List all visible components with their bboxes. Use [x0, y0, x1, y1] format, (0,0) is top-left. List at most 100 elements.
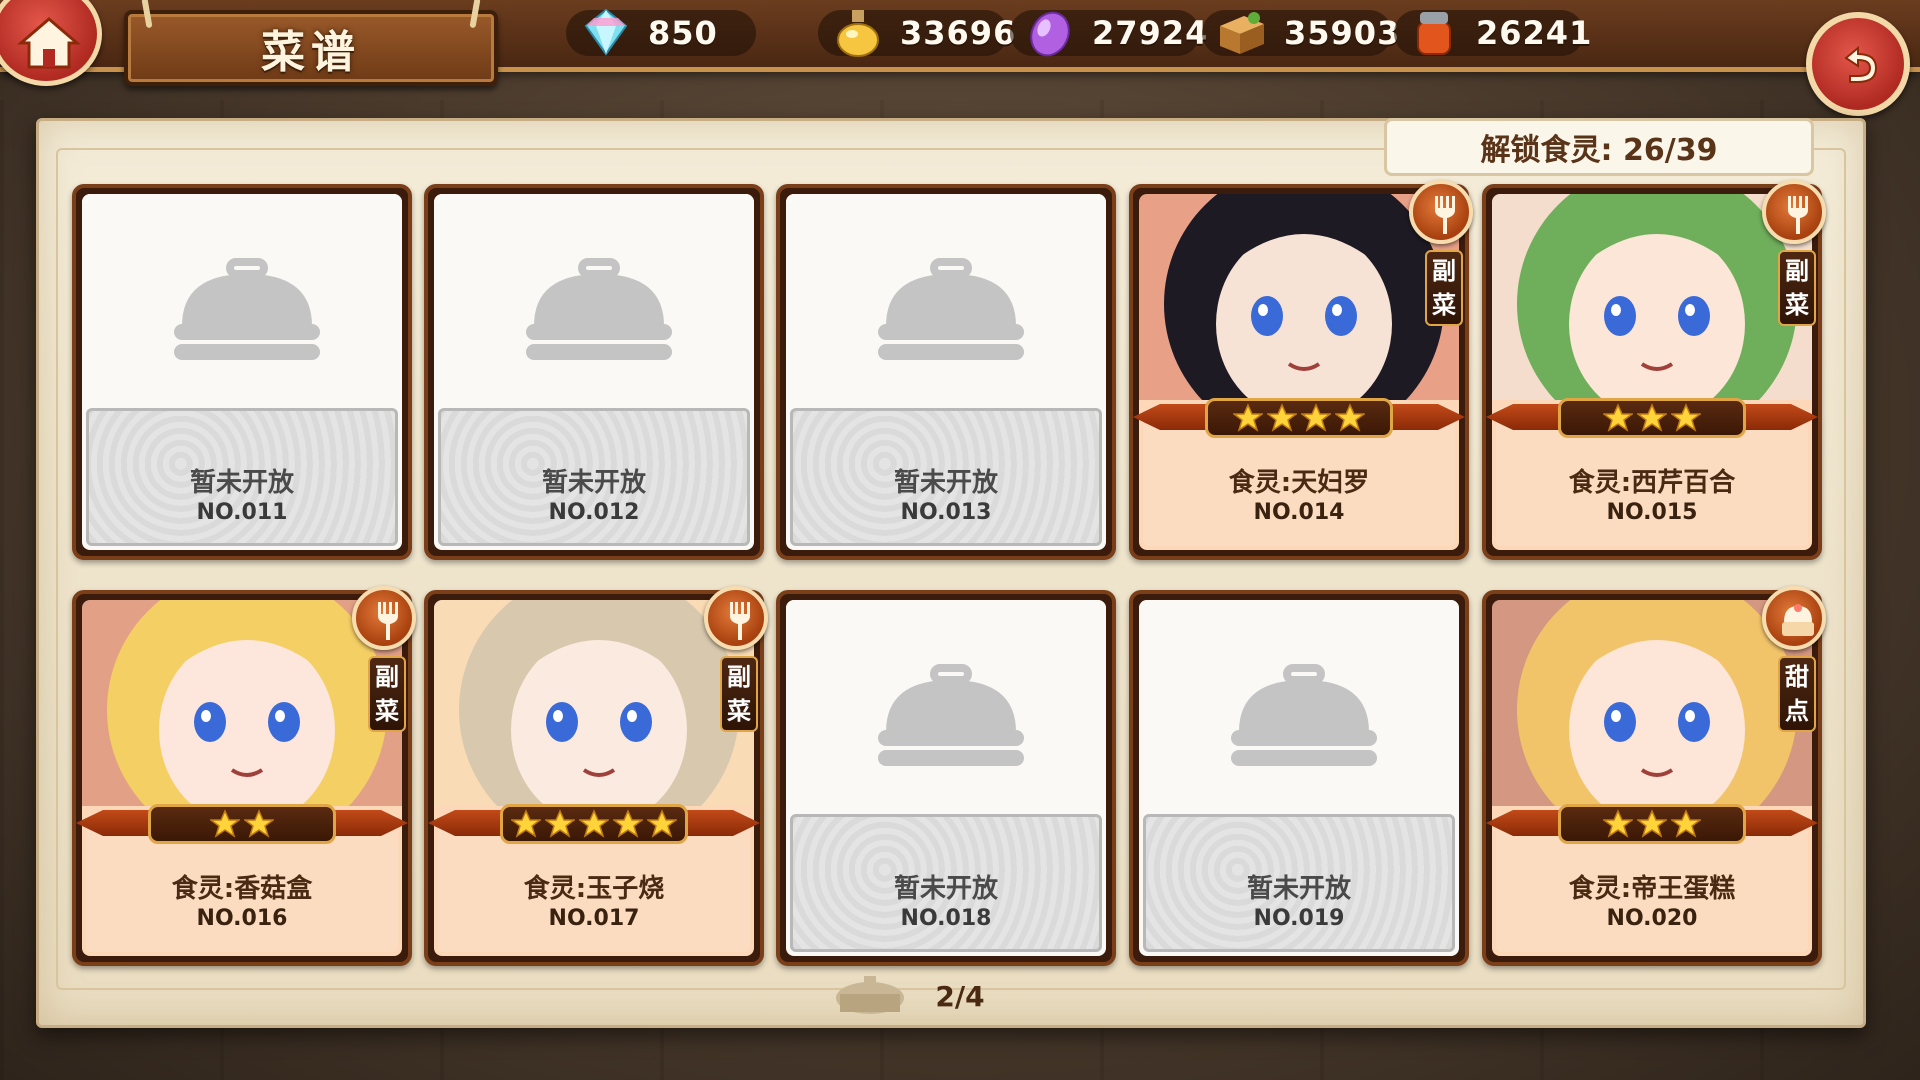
cloche-icon	[878, 258, 1024, 360]
cloche-icon	[878, 664, 1024, 766]
card-inner: 食灵:西芹百合 NO.015	[1492, 194, 1812, 550]
card-inner: 暂未开放 NO.018	[786, 600, 1106, 956]
recipe-card[interactable]: 食灵:天妇罗 NO.014 副菜	[1129, 180, 1473, 560]
recipe-card[interactable]: 暂未开放 NO.018	[776, 590, 1116, 966]
home-button[interactable]	[0, 0, 102, 86]
card-name: 食灵:香菇盒	[171, 874, 313, 904]
star-icon	[1335, 403, 1365, 432]
resource-diamond: 850	[566, 8, 756, 56]
category-badge	[1762, 586, 1826, 650]
star-ribbon	[1482, 802, 1822, 846]
star-icon	[1233, 403, 1263, 432]
back-button[interactable]	[1806, 12, 1910, 116]
category-tag-char: 副	[375, 663, 399, 691]
star-icon	[647, 809, 677, 838]
category-tag-char: 点	[1785, 697, 1809, 725]
star-rating	[1558, 398, 1746, 438]
page-indicator: 2/4	[935, 980, 985, 1013]
recipe-card[interactable]: 食灵:玉子烧 NO.017 副菜	[424, 586, 768, 966]
purple-crystal-icon	[1030, 11, 1070, 57]
card-number: NO.012	[548, 500, 640, 525]
home-icon	[17, 17, 81, 69]
star-icon	[1671, 809, 1701, 838]
star-icon	[210, 809, 240, 838]
fork-icon	[1435, 196, 1455, 234]
crate-icon	[1220, 12, 1264, 54]
resource-potion-value: 33696	[900, 14, 1017, 52]
star-icon	[579, 809, 609, 838]
category-tag-char: 菜	[1432, 291, 1456, 319]
category-tag: 副菜	[368, 656, 406, 732]
cloche-icon	[174, 258, 320, 360]
star-icon	[1603, 403, 1633, 432]
spice-jar-icon	[1417, 12, 1451, 55]
card-number: NO.013	[900, 500, 992, 525]
resource-spice-value: 26241	[1476, 14, 1593, 52]
cloche-icon	[526, 258, 672, 360]
recipe-card[interactable]: 暂未开放 NO.013	[776, 184, 1116, 560]
fork-icon	[1788, 196, 1808, 234]
recipe-card[interactable]: 食灵:帝王蛋糕 NO.020 甜点	[1482, 586, 1826, 966]
category-tag-char: 副	[727, 663, 751, 691]
star-icon	[1603, 809, 1633, 838]
card-inner: 暂未开放 NO.013	[786, 194, 1106, 550]
category-badge	[704, 586, 768, 650]
star-rating	[148, 804, 336, 844]
card-image-placeholder	[82, 194, 402, 400]
recipe-card[interactable]: 食灵:香菇盒 NO.016 副菜	[72, 586, 416, 966]
card-number: NO.018	[900, 906, 992, 931]
title-plank: 菜谱	[124, 0, 498, 86]
card-number: NO.015	[1606, 500, 1698, 525]
return-icon	[1844, 45, 1878, 83]
star-icon	[545, 809, 575, 838]
card-inner: 食灵:香菇盒 NO.016	[82, 600, 402, 956]
category-tag-char: 甜	[1785, 663, 1809, 691]
card-inner: 暂未开放 NO.019	[1139, 600, 1459, 956]
card-name: 食灵:西芹百合	[1568, 468, 1736, 498]
star-icon	[1637, 809, 1667, 838]
star-rating	[1558, 804, 1746, 844]
card-name: 暂未开放	[893, 468, 998, 498]
recipe-card[interactable]: 暂未开放 NO.019	[1129, 590, 1469, 966]
category-tag-char: 副	[1785, 257, 1809, 285]
card-inner: 食灵:帝王蛋糕 NO.020	[1492, 600, 1812, 956]
resource-diamond-value: 850	[648, 14, 718, 52]
category-tag: 副菜	[720, 656, 758, 732]
card-inner: 暂未开放 NO.012	[434, 194, 754, 550]
card-name: 暂未开放	[541, 468, 646, 498]
unlock-counter: 解锁食灵: 26/39	[1384, 118, 1814, 176]
category-badge	[1409, 180, 1473, 244]
card-inner: 食灵:天妇罗 NO.014	[1139, 194, 1459, 550]
recipe-card[interactable]: 暂未开放 NO.012	[424, 184, 764, 560]
card-number: NO.014	[1253, 500, 1345, 525]
card-number: NO.019	[1253, 906, 1345, 931]
card-image-placeholder	[786, 194, 1106, 400]
card-image-placeholder	[434, 194, 754, 400]
card-name: 食灵:帝王蛋糕	[1568, 874, 1736, 904]
cake-icon	[1782, 604, 1814, 636]
category-tag: 副菜	[1425, 250, 1463, 326]
resource-spice: 26241	[1394, 10, 1591, 56]
star-icon	[1637, 403, 1667, 432]
recipe-card[interactable]: 食灵:西芹百合 NO.015 副菜	[1482, 180, 1826, 560]
category-badge	[352, 586, 416, 650]
resource-crystal-value: 27924	[1092, 14, 1209, 52]
potion-icon	[837, 10, 879, 57]
star-ribbon	[1482, 396, 1822, 440]
star-rating	[1205, 398, 1393, 438]
category-tag: 甜点	[1778, 656, 1816, 732]
card-name: 食灵:天妇罗	[1228, 468, 1370, 498]
resource-crystal: 27924	[1010, 10, 1207, 57]
resource-crate-value: 35903	[1284, 14, 1401, 52]
card-number: NO.017	[548, 906, 640, 931]
recipe-card[interactable]: 暂未开放 NO.011	[72, 184, 412, 560]
card-name: 暂未开放	[893, 874, 998, 904]
star-icon	[1301, 403, 1331, 432]
star-rating	[500, 804, 688, 844]
category-badge	[1762, 180, 1826, 244]
cloche-icon	[1231, 664, 1377, 766]
category-tag-char: 副	[1432, 257, 1456, 285]
card-name: 暂未开放	[1246, 874, 1351, 904]
star-icon	[1267, 403, 1297, 432]
category-tag-char: 菜	[727, 697, 751, 725]
